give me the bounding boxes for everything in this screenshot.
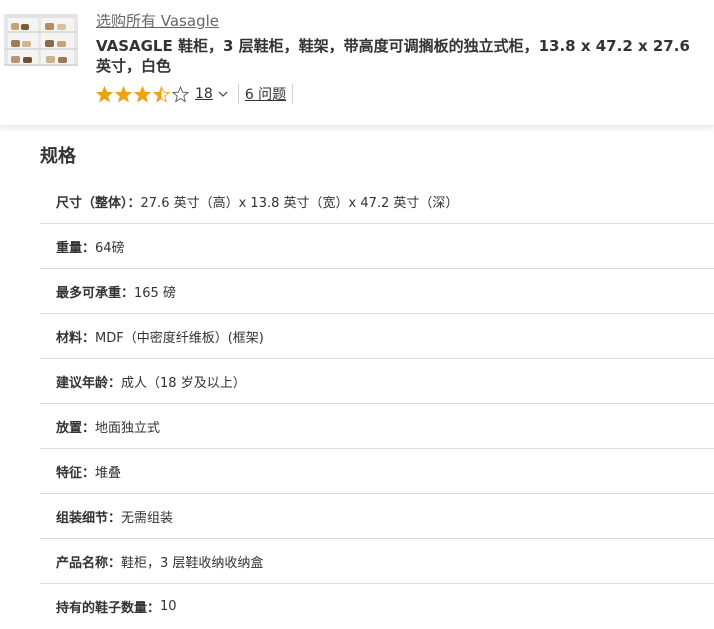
product-header: 选购所有 Vasagle VASAGLE 鞋柜，3 层鞋柜，鞋架，带高度可调搁板… (0, 0, 714, 126)
spec-value: 成人（18 岁及以上） (121, 375, 246, 391)
spec-value: 鞋柜，3 层鞋收纳收纳盒 (121, 555, 264, 571)
spec-key: 重量： (56, 240, 96, 256)
specs-list: 尺寸（整体）： 27.6 英寸（高）x 13.8 英寸（宽）x 47.2 英寸（深… (40, 179, 714, 629)
questions-link[interactable]: 6 问题 (245, 84, 286, 104)
chevron-down-icon[interactable] (216, 87, 230, 101)
spec-key: 产品名称： (56, 555, 122, 571)
spec-value: 地面独立式 (95, 420, 161, 436)
spec-value: 堆叠 (95, 465, 122, 481)
spec-row: 重量： 64磅 (40, 224, 714, 269)
spec-key: 尺寸（整体）： (56, 195, 141, 211)
spec-key: 持有的鞋子数量： (56, 601, 161, 616)
spec-key: 材料： (56, 330, 96, 346)
product-thumbnail[interactable] (0, 8, 80, 70)
spec-value: 165 磅 (134, 285, 176, 301)
spec-value: 27.6 英寸（高）x 13.8 英寸（宽）x 47.2 英寸（深） (140, 195, 459, 211)
spec-key: 放置： (56, 420, 96, 436)
spec-value: 无需组装 (121, 510, 174, 526)
rating-row: 18 6 问题 (96, 84, 294, 104)
spec-row: 材料： MDF（中密度纤维板）(框架) (40, 314, 714, 359)
spec-key: 特征： (56, 465, 96, 481)
spec-key: 组装细节： (56, 510, 122, 526)
spec-value: 10 (160, 599, 177, 614)
shop-all-brand-link[interactable]: 选购所有 Vasagle (96, 10, 219, 31)
spec-row: 产品名称： 鞋柜，3 层鞋收纳收纳盒 (40, 539, 714, 584)
star-empty-icon (172, 85, 189, 102)
product-title: VASAGLE 鞋柜，3 层鞋柜，鞋架，带高度可调搁板的独立式柜，13.8 x … (96, 37, 690, 75)
star-full-icon (134, 85, 151, 102)
spec-key: 最多可承重： (56, 285, 135, 301)
star-full-icon (96, 85, 113, 102)
spec-row: 持有的鞋子数量： 10 (40, 584, 714, 629)
spec-row: 建议年龄： 成人（18 岁及以上） (40, 359, 714, 404)
divider (237, 84, 239, 104)
spec-row: 尺寸（整体）： 27.6 英寸（高）x 13.8 英寸（宽）x 47.2 英寸（深… (40, 179, 714, 224)
spec-row: 最多可承重： 165 磅 (40, 269, 714, 314)
spec-row: 组装细节： 无需组装 (40, 494, 714, 539)
spec-key: 建议年龄： (56, 375, 122, 391)
star-full-icon (115, 85, 132, 102)
spec-row: 特征： 堆叠 (40, 449, 714, 494)
specs-heading: 规格 (40, 146, 76, 167)
star-rating[interactable] (96, 85, 189, 103)
star-half-icon (153, 85, 170, 102)
spec-row: 放置： 地面独立式 (40, 404, 714, 449)
spec-value: 64磅 (95, 240, 125, 256)
spec-value: MDF（中密度纤维板）(框架) (95, 330, 264, 346)
divider (292, 84, 294, 104)
review-count-link[interactable]: 18 (195, 86, 213, 102)
